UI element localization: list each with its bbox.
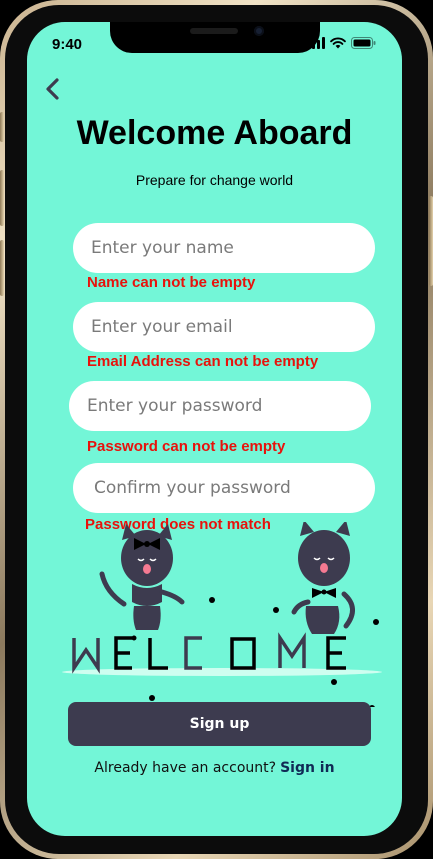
page-title: Welcome Aboard (76, 114, 353, 152)
phone-side-button (0, 240, 4, 296)
welcome-cats-illustration (62, 522, 382, 707)
name-error: Name can not be empty (87, 274, 256, 291)
email-error: Email Address can not be empty (87, 353, 319, 370)
cat-left-icon (99, 524, 185, 630)
signin-prompt: Already have an account? (94, 760, 277, 776)
wifi-icon (330, 37, 346, 49)
phone-side-button (429, 196, 433, 286)
speaker-grille (190, 28, 238, 34)
battery-icon (351, 37, 376, 49)
phone-side-button (0, 170, 4, 226)
phone-side-button (0, 112, 4, 142)
back-button[interactable] (41, 76, 65, 102)
name-input[interactable] (73, 223, 375, 273)
page-subtitle: Prepare for change world (135, 172, 294, 188)
password-input[interactable] (69, 381, 371, 431)
status-icons (307, 37, 376, 49)
app-screen: 9:40 Welcome Aboard Prepare for change w… (27, 22, 402, 836)
signal-icon (307, 37, 325, 49)
notch (110, 22, 320, 53)
password-error: Password can not be empty (87, 438, 286, 455)
front-camera (254, 26, 264, 36)
signin-link[interactable]: Sign in (280, 760, 335, 776)
email-input[interactable] (73, 302, 375, 352)
chevron-left-icon (46, 78, 59, 100)
status-time: 9:40 (52, 36, 83, 53)
confirm-password-input[interactable] (73, 463, 375, 513)
cat-right-icon (291, 522, 355, 634)
phone-frame: 9:40 Welcome Aboard Prepare for change w… (0, 0, 433, 859)
signin-row: Already have an account? Sign in (27, 760, 402, 776)
signup-button[interactable]: Sign up (68, 702, 371, 746)
welcome-word (72, 632, 346, 674)
